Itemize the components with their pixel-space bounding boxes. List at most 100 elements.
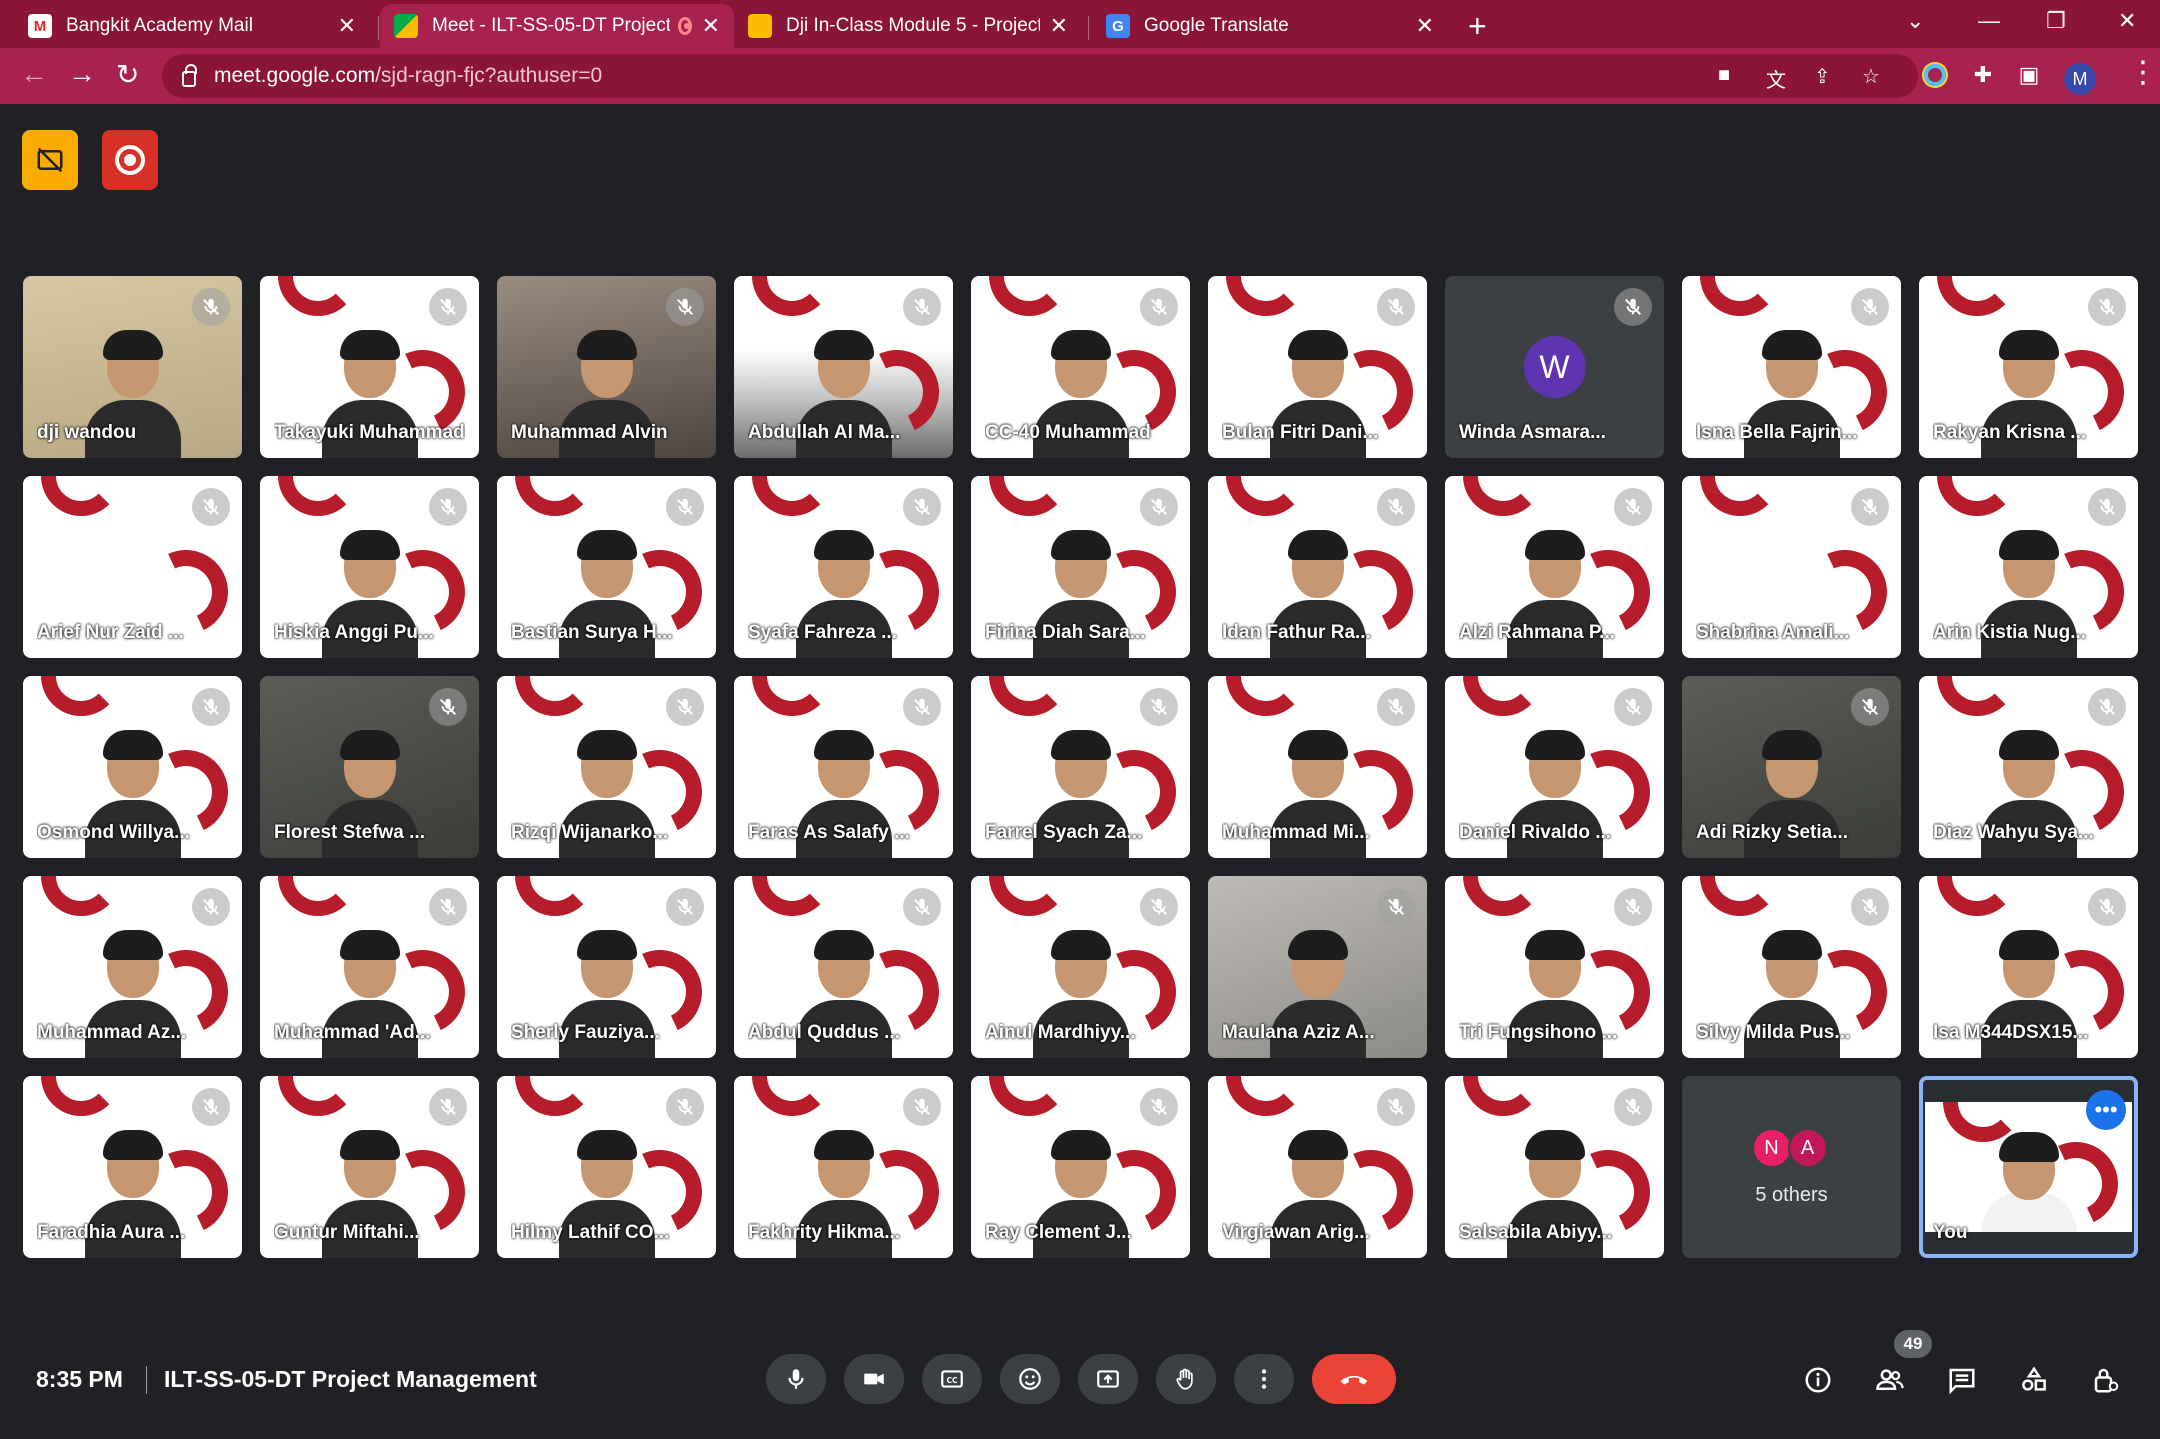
tab-meet[interactable]: Meet - ILT-SS-05-DT Project Management ✕ [380,4,734,48]
participant-tile[interactable]: Alzi Rahmana P... [1445,476,1664,658]
address-bar[interactable]: meet.google.com/sjd-ragn-fjc?authuser=0 [162,54,1918,98]
muted-mic-icon [1614,288,1652,326]
participant-tile[interactable]: Hiskia Anggi Pu... [260,476,479,658]
people-button[interactable] [1870,1360,1910,1400]
camera-in-use-icon[interactable]: ■ [1718,64,1730,87]
present-screen-button[interactable] [1078,1354,1138,1404]
others-tile[interactable]: NA 5 others [1682,1076,1901,1258]
participant-tile[interactable]: Sherly Fauziya... [497,876,716,1058]
camera-button[interactable] [844,1354,904,1404]
tab-gmail[interactable]: M Bangkit Academy Mail ✕ [14,4,370,48]
participant-tile[interactable]: Firina Diah Sara... [971,476,1190,658]
profile-avatar[interactable]: M [2064,63,2096,95]
participant-tile[interactable]: Arief Nur Zaid ... [23,476,242,658]
extensions-puzzle-icon[interactable]: ✚ [1968,60,1998,90]
participant-tile[interactable]: Isna Bella Fajrin... [1682,276,1901,458]
self-view-tile[interactable]: ••• You [1919,1076,2138,1258]
close-tab-icon[interactable]: ✕ [702,13,720,39]
microphone-button[interactable] [766,1354,826,1404]
participant-tile[interactable]: Bulan Fitri Dani... [1208,276,1427,458]
participant-tile[interactable]: Guntur Miftahi... [260,1076,479,1258]
activities-button[interactable] [2014,1360,2054,1400]
participant-tile[interactable]: Salsabila Abiyy... [1445,1076,1664,1258]
participant-tile[interactable]: Diaz Wahyu Sya... [1919,676,2138,858]
lock-icon[interactable] [182,64,197,87]
participant-tile[interactable]: Shabrina Amali... [1682,476,1901,658]
tab-slides[interactable]: Dji In-Class Module 5 - Project Manageme… [734,4,1082,48]
participant-tile[interactable]: CC-40 Muhammad [971,276,1190,458]
participant-tile[interactable]: Syafa Fahreza ... [734,476,953,658]
participant-tile[interactable]: Muhammad 'Ad... [260,876,479,1058]
background-logo-arc [1226,1076,1306,1116]
participant-tile[interactable]: Rizqi Wijanarko... [497,676,716,858]
share-icon[interactable]: ⇪ [1814,64,1831,89]
tab-separator [1088,16,1089,40]
participant-tile[interactable]: Idan Fathur Ra... [1208,476,1427,658]
participant-tile[interactable]: W Winda Asmara... [1445,276,1664,458]
participant-tile[interactable]: Ray Clement J... [971,1076,1190,1258]
translate-page-icon[interactable]: 文 [1766,64,1786,93]
participant-tile[interactable]: Adi Rizky Setia... [1682,676,1901,858]
participant-tile[interactable]: Silvy Milda Pus... [1682,876,1901,1058]
participant-tile[interactable]: Florest Stefwa ... [260,676,479,858]
more-options-icon[interactable]: ••• [2086,1090,2126,1130]
muted-mic-icon [1614,1088,1652,1126]
participant-tile[interactable]: Abdul Quddus ... [734,876,953,1058]
lock-person-icon [2094,1368,2119,1393]
back-button[interactable]: ← [20,58,48,90]
new-tab-button[interactable]: + [1468,8,1487,45]
minimize-button[interactable]: — [1978,8,2000,34]
participant-tile[interactable]: Virgiawan Arig... [1208,1076,1427,1258]
muted-mic-icon [666,888,704,926]
participant-tile[interactable]: Bastian Surya H... [497,476,716,658]
participant-tile[interactable]: Faras As Salafy ... [734,676,953,858]
participant-tile[interactable]: Arin Kistia Nug... [1919,476,2138,658]
no-captions-icon [37,147,63,173]
participant-tile[interactable]: Tri Fungsihono ... [1445,876,1664,1058]
participant-tile[interactable]: Muhammad Az... [23,876,242,1058]
participant-tile[interactable]: Muhammad Mi... [1208,676,1427,858]
extension-color-icon[interactable] [1920,60,1950,90]
participant-tile[interactable]: dji wandou [23,276,242,458]
window-close-button[interactable]: ✕ [2118,8,2136,34]
bottom-divider [146,1366,147,1394]
participant-tile[interactable]: Daniel Rivaldo ... [1445,676,1664,858]
close-tab-icon[interactable]: ✕ [1050,13,1068,39]
more-options-button[interactable] [1234,1354,1294,1404]
recording-indicator[interactable] [102,130,158,190]
bookmark-star-icon[interactable]: ☆ [1862,64,1880,89]
participant-tile[interactable]: Abdullah Al Ma... [734,276,953,458]
host-controls-button[interactable] [2086,1360,2126,1400]
participant-tile[interactable]: Farrel Syach Za... [971,676,1190,858]
muted-mic-icon [1140,488,1178,526]
participant-tile[interactable]: Rakyan Krisna ... [1919,276,2138,458]
side-panel-icon[interactable]: ▣ [2014,60,2044,90]
participant-tile[interactable]: Hilmy Lathif CO... [497,1076,716,1258]
reactions-button[interactable] [1000,1354,1060,1404]
meeting-details-button[interactable] [1798,1360,1838,1400]
browser-menu-icon[interactable]: ⋮ [2128,58,2158,88]
captions-button[interactable]: CC [922,1354,982,1404]
translate-icon: G [1106,14,1130,38]
captions-off-indicator[interactable] [22,130,78,190]
participant-name: Hiskia Anggi Pu... [274,622,434,643]
background-logo-arc [1226,676,1306,716]
forward-button[interactable]: → [68,58,96,90]
leave-call-button[interactable] [1312,1354,1396,1404]
participant-tile[interactable]: Muhammad Alvin [497,276,716,458]
participant-tile[interactable]: Ainul Mardhiyy... [971,876,1190,1058]
close-tab-icon[interactable]: ✕ [1416,13,1434,39]
participant-tile[interactable]: Fakhrity Hikma... [734,1076,953,1258]
participant-tile[interactable]: Faradhia Aura ... [23,1076,242,1258]
maximize-button[interactable]: ❐ [2046,8,2066,34]
tab-search-icon[interactable]: ⌄ [1906,8,1924,34]
participant-tile[interactable]: Isa M344DSX15... [1919,876,2138,1058]
participant-tile[interactable]: Maulana Aziz A... [1208,876,1427,1058]
close-tab-icon[interactable]: ✕ [338,13,356,39]
chat-button[interactable] [1942,1360,1982,1400]
tab-translate[interactable]: G Google Translate ✕ [1092,4,1448,48]
reload-button[interactable]: ↻ [116,58,139,91]
raise-hand-button[interactable] [1156,1354,1216,1404]
participant-tile[interactable]: Takayuki Muhammad [260,276,479,458]
participant-tile[interactable]: Osmond Willya... [23,676,242,858]
